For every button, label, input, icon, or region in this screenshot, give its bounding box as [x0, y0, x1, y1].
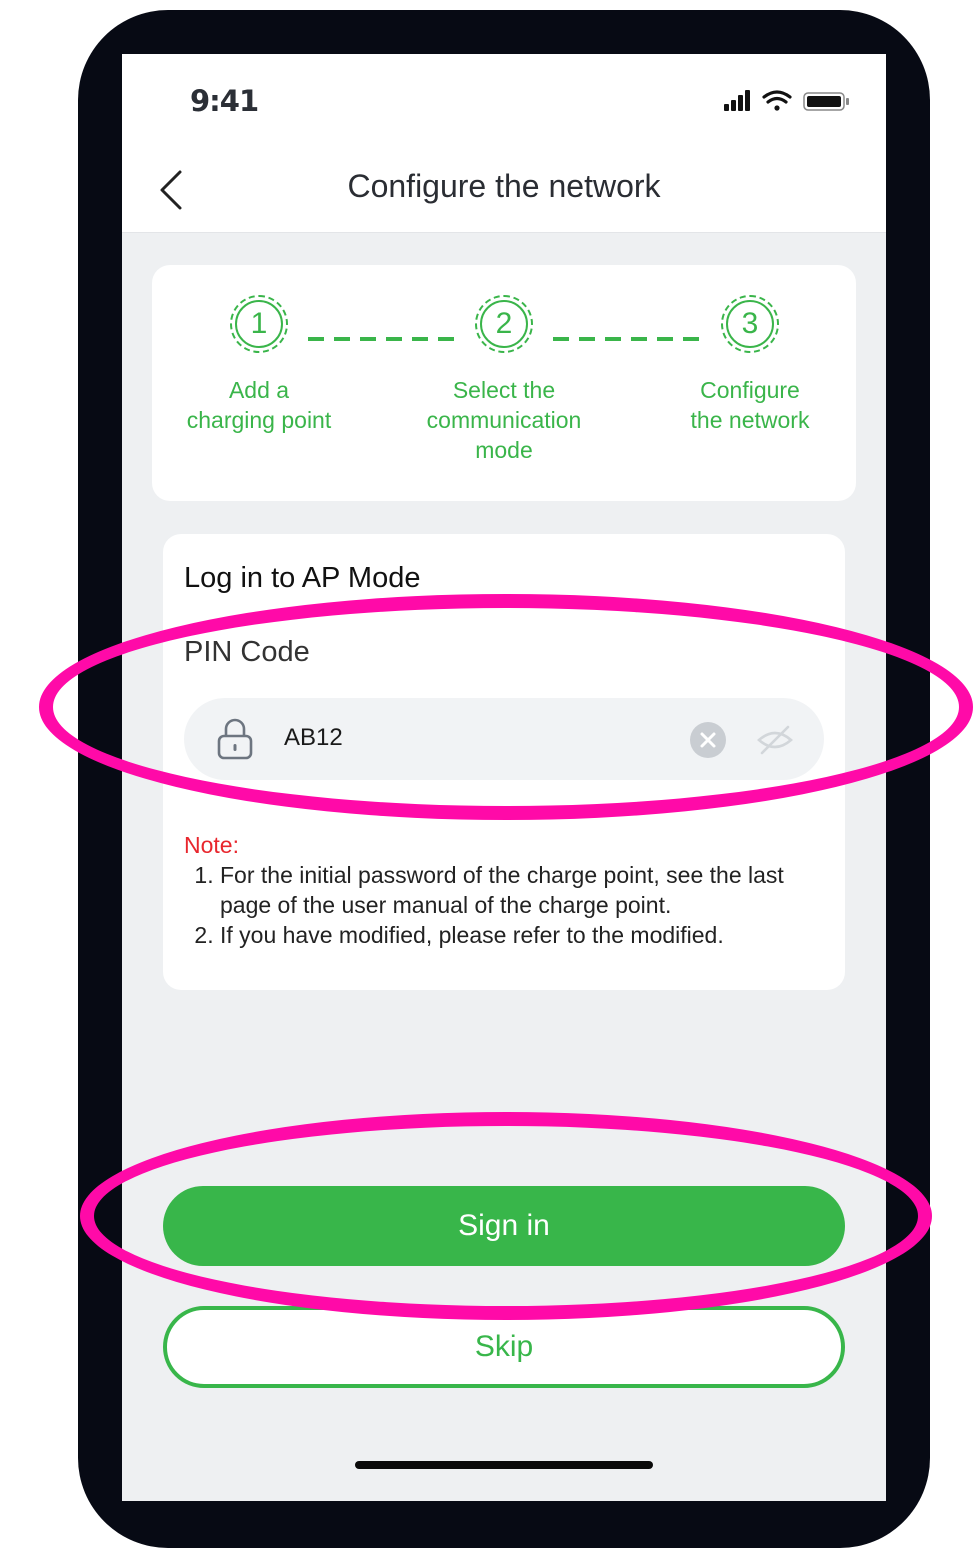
step-1: 1 Add a charging point: [159, 295, 359, 435]
step-2-label-line: Select the: [452, 377, 556, 403]
clear-icon[interactable]: [690, 722, 726, 758]
sign-in-button[interactable]: Sign in: [163, 1186, 845, 1266]
battery-icon: [803, 92, 849, 111]
eye-off-icon[interactable]: [756, 722, 794, 758]
step-2-circle: 2: [475, 295, 533, 353]
pin-code-label: PIN Code: [184, 636, 310, 668]
step-2: 2 Select the communication mode: [404, 295, 604, 465]
step-3-number: 3: [726, 300, 774, 348]
step-1-label-line: charging point: [186, 407, 332, 433]
step-1-circle: 1: [230, 295, 288, 353]
step-3: 3 Configure the network: [650, 295, 850, 435]
signal-icon: [724, 90, 750, 111]
step-1-number: 1: [235, 300, 283, 348]
login-card: Log in to AP Mode PIN Code AB12 Note: Fo…: [163, 534, 845, 990]
lock-icon: [217, 718, 253, 760]
step-3-label: Configure the network: [650, 375, 850, 435]
pin-code-value[interactable]: AB12: [284, 724, 343, 752]
note-title: Note:: [184, 832, 239, 858]
step-2-label-line: communication: [426, 407, 582, 433]
status-icons: [724, 90, 849, 111]
step-2-label: Select the communication mode: [404, 375, 604, 465]
login-title: Log in to AP Mode: [184, 562, 421, 594]
step-1-label-line: Add a: [228, 377, 290, 403]
home-indicator: [355, 1461, 653, 1469]
step-3-label-line: the network: [690, 407, 810, 433]
step-3-circle: 3: [721, 295, 779, 353]
status-time: 9:41: [190, 84, 259, 118]
page-title: Configure the network: [347, 168, 661, 204]
note: Note: For the initial password of the ch…: [184, 830, 824, 950]
note-list: For the initial password of the charge p…: [184, 860, 824, 950]
progress-steps: 1 Add a charging point 2 Select the comm…: [152, 265, 856, 501]
wifi-icon: [762, 90, 792, 111]
step-2-number: 2: [480, 300, 528, 348]
note-item: For the initial password of the charge p…: [220, 860, 824, 920]
app-screen: 9:41 Configure the network 1 Add a charg…: [122, 54, 886, 1501]
step-3-label-line: Configure: [700, 377, 800, 403]
step-1-label: Add a charging point: [159, 375, 359, 435]
step-2-label-line: mode: [475, 437, 533, 463]
pin-code-input[interactable]: AB12: [184, 698, 824, 780]
skip-button[interactable]: Skip: [163, 1306, 845, 1388]
note-item: If you have modified, please refer to th…: [220, 920, 824, 950]
top-bar: 9:41 Configure the network: [122, 54, 886, 233]
